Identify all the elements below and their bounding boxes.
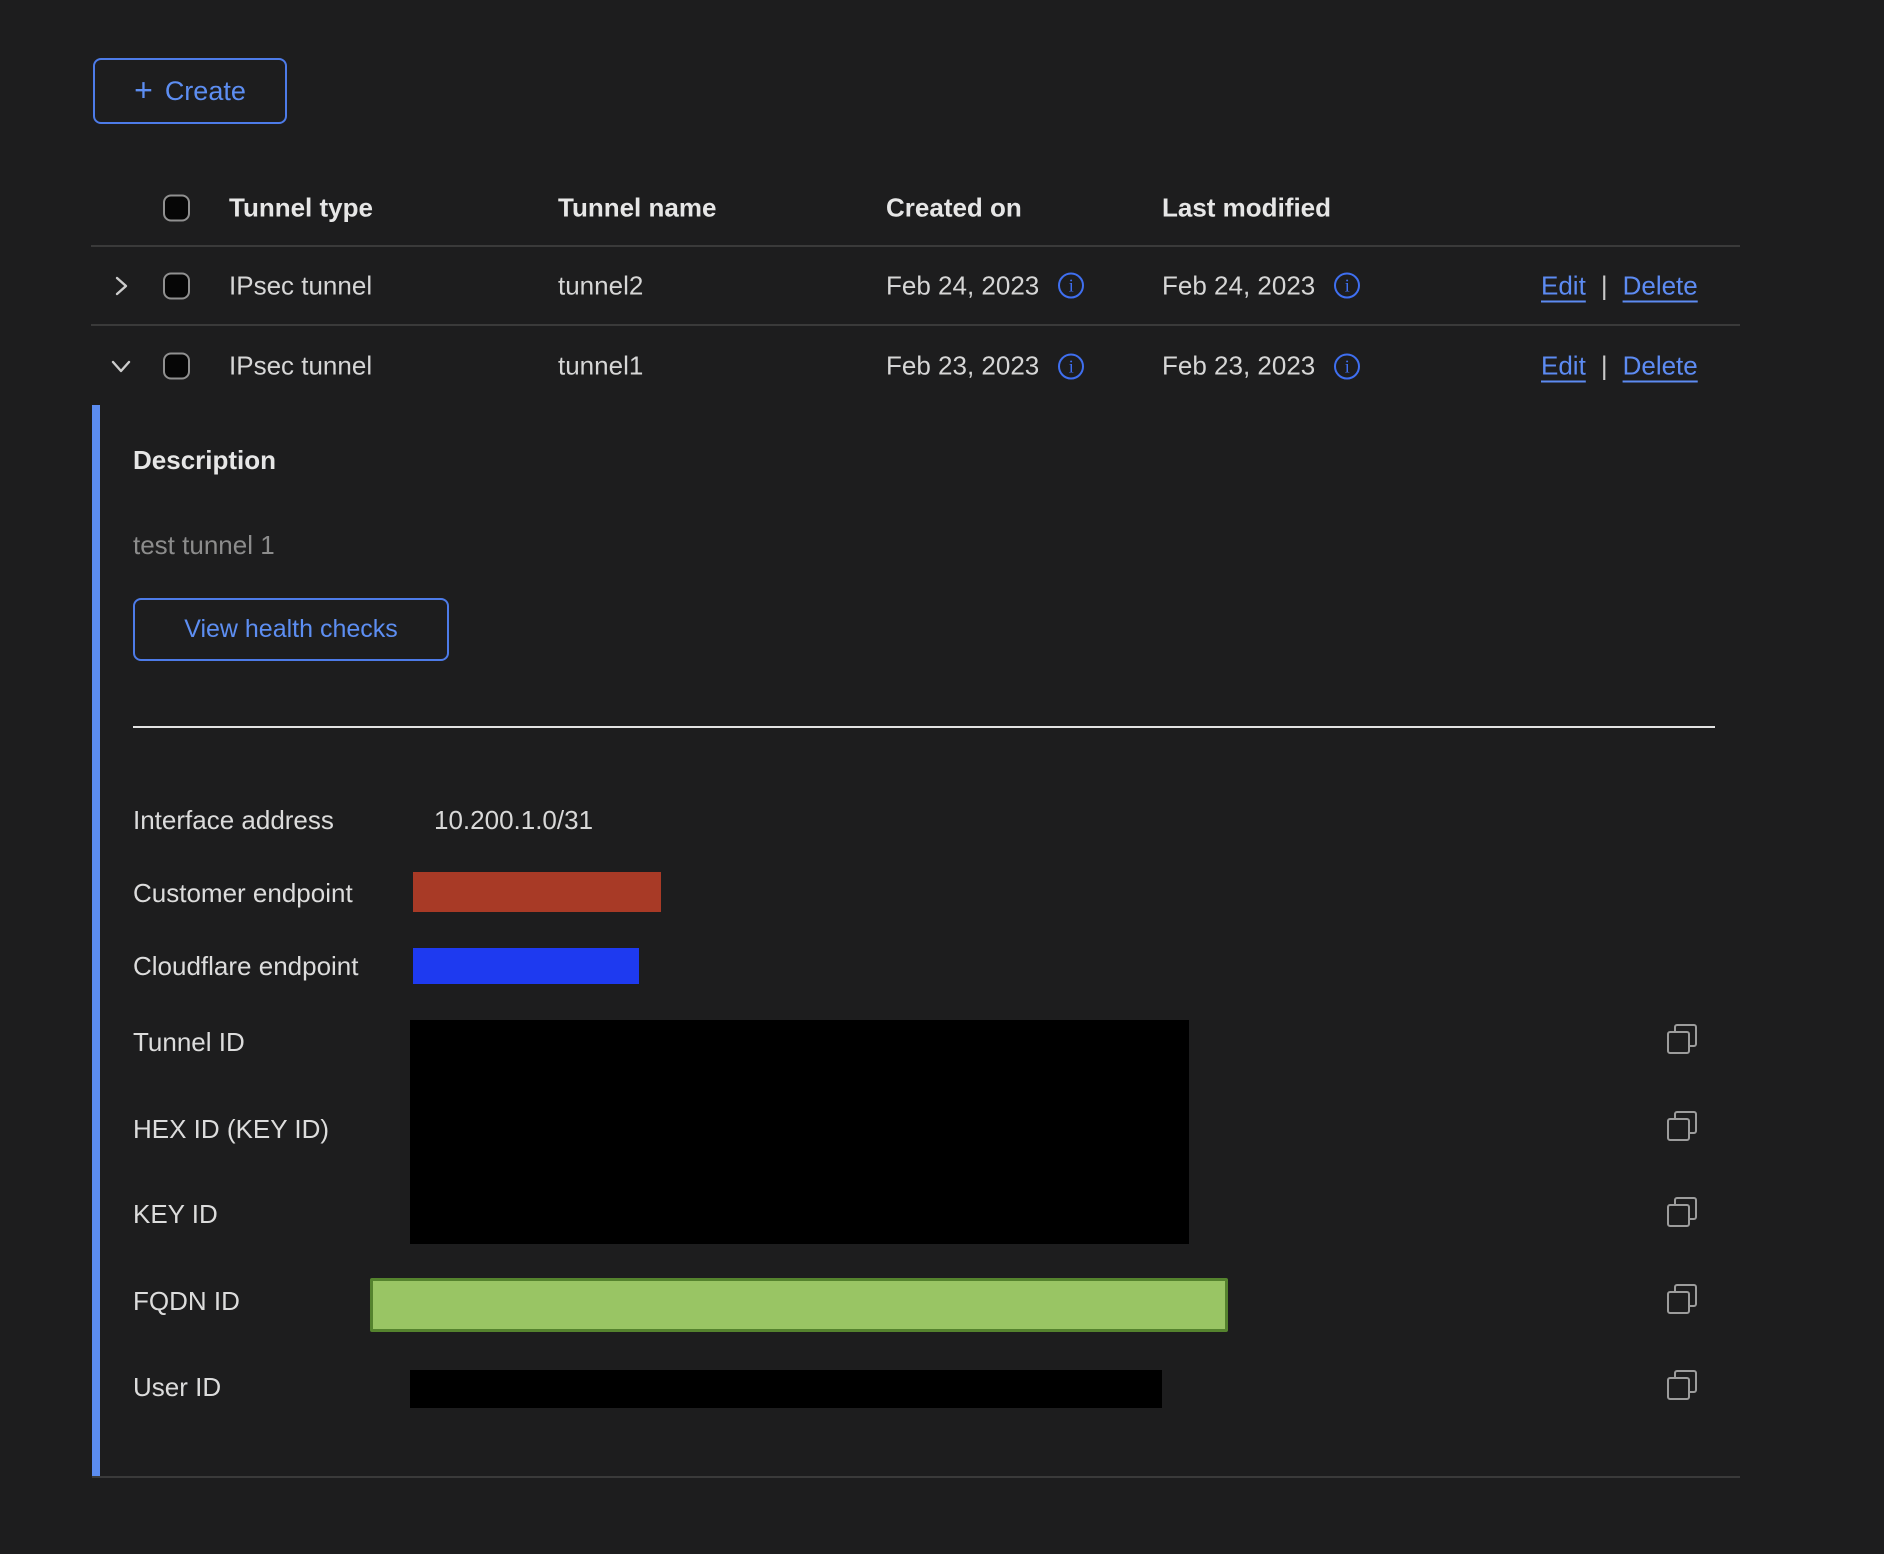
description-value: test tunnel 1 (133, 530, 275, 561)
customer-endpoint-redacted-value (413, 872, 661, 912)
edit-link[interactable]: Edit (1541, 270, 1586, 301)
fqdn-id-label: FQDN ID (133, 1286, 240, 1317)
edit-link[interactable]: Edit (1541, 351, 1586, 382)
ids-redacted-value (410, 1020, 1189, 1244)
select-all-checkbox[interactable] (163, 194, 190, 221)
last-modified-cell: Feb 24, 2023 i (1162, 270, 1360, 301)
created-on-date: Feb 23, 2023 (886, 351, 1039, 382)
delete-link[interactable]: Delete (1623, 351, 1698, 382)
copy-icon[interactable] (1667, 1197, 1697, 1227)
cloudflare-endpoint-redacted-value (413, 948, 639, 984)
info-icon[interactable]: i (1334, 353, 1360, 379)
ipsec-tunnels-page: + Create Tunnel type Tunnel name Created… (0, 0, 1884, 1554)
copy-icon[interactable] (1667, 1284, 1697, 1314)
row-checkbox[interactable] (163, 272, 190, 299)
column-header-created-on: Created on (886, 192, 1022, 223)
copy-icon[interactable] (1667, 1111, 1697, 1141)
column-header-tunnel-type: Tunnel type (229, 192, 373, 223)
tunnel-name-cell: tunnel2 (558, 270, 643, 301)
interface-address-label: Interface address (133, 805, 334, 836)
tunnel-name-cell: tunnel1 (558, 351, 643, 382)
user-id-label: User ID (133, 1372, 221, 1403)
key-id-label: KEY ID (133, 1199, 218, 1230)
fqdn-id-redacted-value (370, 1278, 1228, 1332)
copy-icon[interactable] (1667, 1024, 1697, 1054)
create-button-label: Create (165, 76, 246, 107)
hex-id-label: HEX ID (KEY ID) (133, 1114, 329, 1145)
row-actions: Edit | Delete (1541, 351, 1698, 382)
last-modified-date: Feb 24, 2023 (1162, 270, 1315, 301)
info-icon[interactable]: i (1058, 273, 1084, 299)
column-header-tunnel-name: Tunnel name (558, 192, 716, 223)
info-icon[interactable]: i (1334, 273, 1360, 299)
action-separator: | (1601, 270, 1608, 301)
tunnel-type-cell: IPsec tunnel (229, 351, 372, 382)
interface-address-value: 10.200.1.0/31 (434, 805, 593, 836)
create-button[interactable]: + Create (93, 58, 287, 124)
table-row-tunnel2: IPsec tunnel tunnel2 Feb 24, 2023 i Feb … (0, 247, 1884, 324)
description-heading: Description (133, 445, 276, 476)
tunnel-type-cell: IPsec tunnel (229, 270, 372, 301)
chevron-down-icon[interactable] (108, 353, 134, 379)
last-modified-date: Feb 23, 2023 (1162, 351, 1315, 382)
created-on-cell: Feb 23, 2023 i (886, 351, 1084, 382)
action-separator: | (1601, 351, 1608, 382)
panel-divider (133, 726, 1715, 728)
expanded-row-accent-bar (92, 405, 100, 1476)
created-on-cell: Feb 24, 2023 i (886, 270, 1084, 301)
view-health-checks-button[interactable]: View health checks (133, 598, 449, 661)
tunnel-id-label: Tunnel ID (133, 1027, 245, 1058)
info-icon[interactable]: i (1058, 353, 1084, 379)
customer-endpoint-label: Customer endpoint (133, 878, 353, 909)
chevron-right-icon[interactable] (108, 273, 134, 299)
plus-icon: + (134, 74, 153, 106)
table-header-row: Tunnel type Tunnel name Created on Last … (0, 170, 1884, 245)
delete-link[interactable]: Delete (1623, 270, 1698, 301)
copy-icon[interactable] (1667, 1370, 1697, 1400)
row-checkbox[interactable] (163, 353, 190, 380)
created-on-date: Feb 24, 2023 (886, 270, 1039, 301)
expanded-row-bottom-divider (92, 1476, 1740, 1478)
last-modified-cell: Feb 23, 2023 i (1162, 351, 1360, 382)
column-header-last-modified: Last modified (1162, 192, 1331, 223)
user-id-redacted-value (410, 1370, 1162, 1408)
table-row-tunnel1: IPsec tunnel tunnel1 Feb 23, 2023 i Feb … (0, 326, 1884, 406)
row-actions: Edit | Delete (1541, 270, 1698, 301)
cloudflare-endpoint-label: Cloudflare endpoint (133, 951, 359, 982)
